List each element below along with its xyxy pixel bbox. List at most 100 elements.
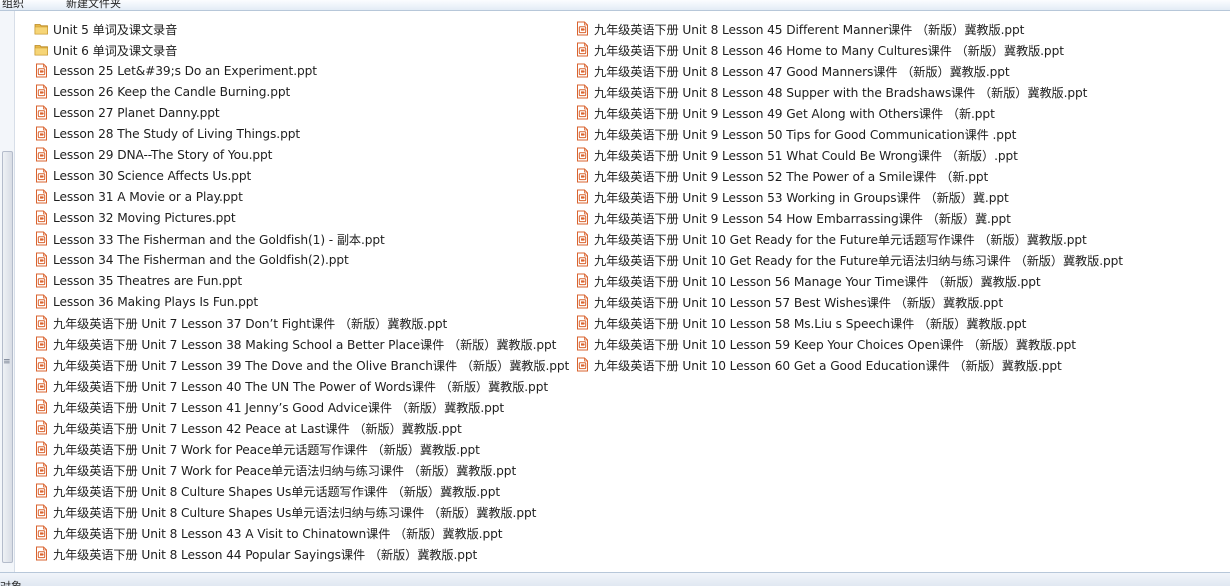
- file-item[interactable]: 九年级英语下册 Unit 7 Lesson 42 Peace at Last课件…: [34, 417, 569, 438]
- explorer-window: 组织 新建文件夹 ≡ Unit 5 单词及课文录音 Unit 6 单词及课文录音 L…: [0, 0, 1230, 586]
- file-item[interactable]: 九年级英语下册 Unit 8 Culture Shapes Us单元语法归纳与练…: [34, 501, 569, 522]
- ppt-file-icon: [34, 126, 49, 141]
- file-item[interactable]: 九年级英语下册 Unit 10 Lesson 58 Ms.Liu s Speec…: [575, 312, 1123, 333]
- file-item[interactable]: 九年级英语下册 Unit 9 Lesson 53 Working in Grou…: [575, 186, 1123, 207]
- file-item[interactable]: 九年级英语下册 Unit 8 Lesson 46 Home to Many Cu…: [575, 39, 1123, 60]
- file-item[interactable]: 九年级英语下册 Unit 10 Get Ready for the Future…: [575, 249, 1123, 270]
- ppt-file-icon: [34, 546, 49, 561]
- ppt-file-icon: [34, 168, 49, 183]
- ppt-file-icon: [575, 252, 590, 267]
- file-item[interactable]: 九年级英语下册 Unit 7 Work for Peace单元话题写作课件 （新…: [34, 438, 569, 459]
- file-item[interactable]: 九年级英语下册 Unit 8 Lesson 48 Supper with the…: [575, 81, 1123, 102]
- file-item[interactable]: Lesson 34 The Fisherman and the Goldfish…: [34, 249, 569, 270]
- ppt-file-icon: [575, 105, 590, 120]
- ppt-file-icon: [34, 189, 49, 204]
- ppt-file-icon: [34, 84, 49, 99]
- ppt-file-icon: [34, 420, 49, 435]
- file-name: Lesson 26 Keep the Candle Burning.ppt: [53, 84, 291, 99]
- ppt-file-icon: [34, 147, 49, 162]
- file-name: 九年级英语下册 Unit 7 Lesson 37 Don’t Fight课件 （…: [53, 316, 448, 331]
- file-item[interactable]: Lesson 35 Theatres are Fun.ppt: [34, 270, 569, 291]
- file-item[interactable]: 九年级英语下册 Unit 8 Lesson 45 Different Manne…: [575, 18, 1123, 39]
- file-item[interactable]: 九年级英语下册 Unit 9 Lesson 51 What Could Be W…: [575, 144, 1123, 165]
- ppt-file-icon: [575, 273, 590, 288]
- file-item[interactable]: 九年级英语下册 Unit 7 Work for Peace单元语法归纳与练习课件…: [34, 459, 569, 480]
- ppt-file-icon: [34, 273, 49, 288]
- file-name: 九年级英语下册 Unit 8 Lesson 44 Popular Sayings…: [53, 547, 478, 562]
- file-item[interactable]: 九年级英语下册 Unit 7 Lesson 39 The Dove and th…: [34, 354, 569, 375]
- ppt-file-icon: [34, 441, 49, 456]
- file-item[interactable]: 九年级英语下册 Unit 10 Lesson 60 Get a Good Edu…: [575, 354, 1123, 375]
- file-name: Unit 5 单词及课文录音: [53, 22, 178, 37]
- file-item[interactable]: Lesson 32 Moving Pictures.ppt: [34, 207, 569, 228]
- grip-icon: ≡: [3, 357, 11, 367]
- file-item[interactable]: 九年级英语下册 Unit 7 Lesson 40 The UN The Powe…: [34, 375, 569, 396]
- file-item[interactable]: Lesson 33 The Fisherman and the Goldfish…: [34, 228, 569, 249]
- file-name: 九年级英语下册 Unit 8 Culture Shapes Us单元话题写作课件…: [53, 484, 501, 499]
- ppt-file-icon: [575, 336, 590, 351]
- file-item[interactable]: Lesson 28 The Study of Living Things.ppt: [34, 123, 569, 144]
- file-item[interactable]: Lesson 27 Planet Danny.ppt: [34, 102, 569, 123]
- file-name: Lesson 35 Theatres are Fun.ppt: [53, 273, 243, 288]
- ppt-file-icon: [575, 294, 590, 309]
- file-item[interactable]: 九年级英语下册 Unit 10 Lesson 56 Manage Your Ti…: [575, 270, 1123, 291]
- file-item[interactable]: 九年级英语下册 Unit 10 Get Ready for the Future…: [575, 228, 1123, 249]
- file-item[interactable]: 九年级英语下册 Unit 9 Lesson 54 How Embarrassin…: [575, 207, 1123, 228]
- file-item[interactable]: Lesson 25 Let&#39;s Do an Experiment.ppt: [34, 60, 569, 81]
- ppt-file-icon: [575, 210, 590, 225]
- file-name: 九年级英语下册 Unit 8 Lesson 45 Different Manne…: [594, 22, 1025, 37]
- file-item[interactable]: 九年级英语下册 Unit 10 Lesson 57 Best Wishes课件 …: [575, 291, 1123, 312]
- file-name: 九年级英语下册 Unit 7 Lesson 39 The Dove and th…: [53, 358, 570, 373]
- file-item[interactable]: 九年级英语下册 Unit 7 Lesson 41 Jenny’s Good Ad…: [34, 396, 569, 417]
- ppt-file-icon: [34, 252, 49, 267]
- file-item[interactable]: 九年级英语下册 Unit 8 Lesson 44 Popular Sayings…: [34, 543, 569, 564]
- ppt-file-icon: [575, 21, 590, 36]
- file-column-left: Unit 5 单词及课文录音 Unit 6 单词及课文录音 Lesson 25 Le…: [34, 18, 569, 564]
- file-name: 九年级英语下册 Unit 7 Lesson 40 The UN The Powe…: [53, 379, 549, 394]
- file-name: 九年级英语下册 Unit 9 Lesson 49 Get Along with …: [594, 106, 995, 121]
- file-name: 九年级英语下册 Unit 8 Lesson 46 Home to Many Cu…: [594, 43, 1064, 58]
- file-name: Lesson 32 Moving Pictures.ppt: [53, 210, 236, 225]
- toolbar-new-folder-button[interactable]: 新建文件夹: [66, 0, 121, 10]
- file-name: Lesson 34 The Fisherman and the Goldfish…: [53, 252, 349, 267]
- file-item[interactable]: 九年级英语下册 Unit 8 Lesson 47 Good Manners课件 …: [575, 60, 1123, 81]
- toolbar-organize-button[interactable]: 组织: [2, 0, 24, 10]
- file-name: 九年级英语下册 Unit 9 Lesson 53 Working in Grou…: [594, 190, 1009, 205]
- file-item[interactable]: 九年级英语下册 Unit 7 Lesson 38 Making School a…: [34, 333, 569, 354]
- file-name: 九年级英语下册 Unit 10 Lesson 59 Keep Your Choi…: [594, 337, 1076, 352]
- file-name: Unit 6 单词及课文录音: [53, 43, 178, 58]
- ppt-file-icon: [34, 504, 49, 519]
- file-name: 九年级英语下册 Unit 7 Work for Peace单元语法归纳与练习课件…: [53, 463, 517, 478]
- file-item[interactable]: Lesson 29 DNA--The Story of You.ppt: [34, 144, 569, 165]
- ppt-file-icon: [34, 525, 49, 540]
- ppt-file-icon: [575, 84, 590, 99]
- file-item[interactable]: 九年级英语下册 Unit 8 Lesson 43 A Visit to Chin…: [34, 522, 569, 543]
- file-item[interactable]: Lesson 30 Science Affects Us.ppt: [34, 165, 569, 186]
- ppt-file-icon: [575, 63, 590, 78]
- file-name: Lesson 31 A Movie or a Play.ppt: [53, 189, 243, 204]
- file-item[interactable]: 九年级英语下册 Unit 7 Lesson 37 Don’t Fight课件 （…: [34, 312, 569, 333]
- file-item[interactable]: 九年级英语下册 Unit 9 Lesson 52 The Power of a …: [575, 165, 1123, 186]
- file-item[interactable]: 九年级英语下册 Unit 8 Culture Shapes Us单元话题写作课件…: [34, 480, 569, 501]
- file-item[interactable]: 九年级英语下册 Unit 9 Lesson 49 Get Along with …: [575, 102, 1123, 123]
- folder-item[interactable]: Unit 5 单词及课文录音: [34, 18, 569, 39]
- ppt-file-icon: [575, 126, 590, 141]
- file-name: 九年级英语下册 Unit 10 Get Ready for the Future…: [594, 232, 1087, 247]
- ppt-file-icon: [575, 231, 590, 246]
- file-name: 九年级英语下册 Unit 8 Culture Shapes Us单元语法归纳与练…: [53, 505, 537, 520]
- file-name: 九年级英语下册 Unit 7 Lesson 41 Jenny’s Good Ad…: [53, 400, 505, 415]
- folder-icon: [34, 21, 49, 36]
- file-item[interactable]: 九年级英语下册 Unit 9 Lesson 50 Tips for Good C…: [575, 123, 1123, 144]
- ppt-file-icon: [34, 357, 49, 372]
- file-item[interactable]: Lesson 26 Keep the Candle Burning.ppt: [34, 81, 569, 102]
- file-name: 九年级英语下册 Unit 9 Lesson 52 The Power of a …: [594, 169, 989, 184]
- status-bar: 对象: [0, 572, 1230, 586]
- file-item[interactable]: 九年级英语下册 Unit 10 Lesson 59 Keep Your Choi…: [575, 333, 1123, 354]
- ppt-file-icon: [575, 315, 590, 330]
- folder-icon: [34, 42, 49, 57]
- file-name: 九年级英语下册 Unit 8 Lesson 43 A Visit to Chin…: [53, 526, 503, 541]
- folder-item[interactable]: Unit 6 单词及课文录音: [34, 39, 569, 60]
- navigation-pane-scrollbar[interactable]: ≡: [0, 11, 15, 572]
- file-item[interactable]: Lesson 36 Making Plays Is Fun.ppt: [34, 291, 569, 312]
- file-item[interactable]: Lesson 31 A Movie or a Play.ppt: [34, 186, 569, 207]
